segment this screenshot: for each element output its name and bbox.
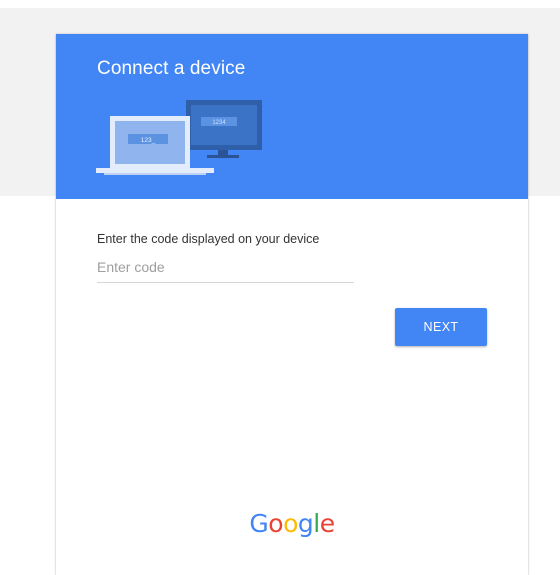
connect-device-card: Connect a device 1234 123_ Enter the cod…: [56, 34, 528, 575]
google-logo: Google: [56, 509, 528, 538]
devices-illustration: 1234 123_: [96, 100, 262, 175]
google-logo-letter: g: [297, 509, 314, 538]
page-title: Connect a device: [97, 58, 246, 79]
code-input[interactable]: [97, 252, 354, 283]
card-header: Connect a device 1234 123_: [56, 34, 528, 199]
google-logo-letter: e: [319, 509, 335, 538]
code-field-label: Enter the code displayed on your device: [97, 232, 320, 246]
next-button[interactable]: NEXT: [395, 308, 487, 346]
google-logo-letter: o: [283, 509, 298, 538]
monitor-icon: 1234: [186, 100, 262, 158]
google-logo-letter: G: [249, 509, 269, 538]
monitor-screen-code: 1234: [212, 120, 226, 126]
laptop-screen-code: 123_: [141, 137, 156, 144]
google-logo-letter: o: [268, 509, 284, 538]
